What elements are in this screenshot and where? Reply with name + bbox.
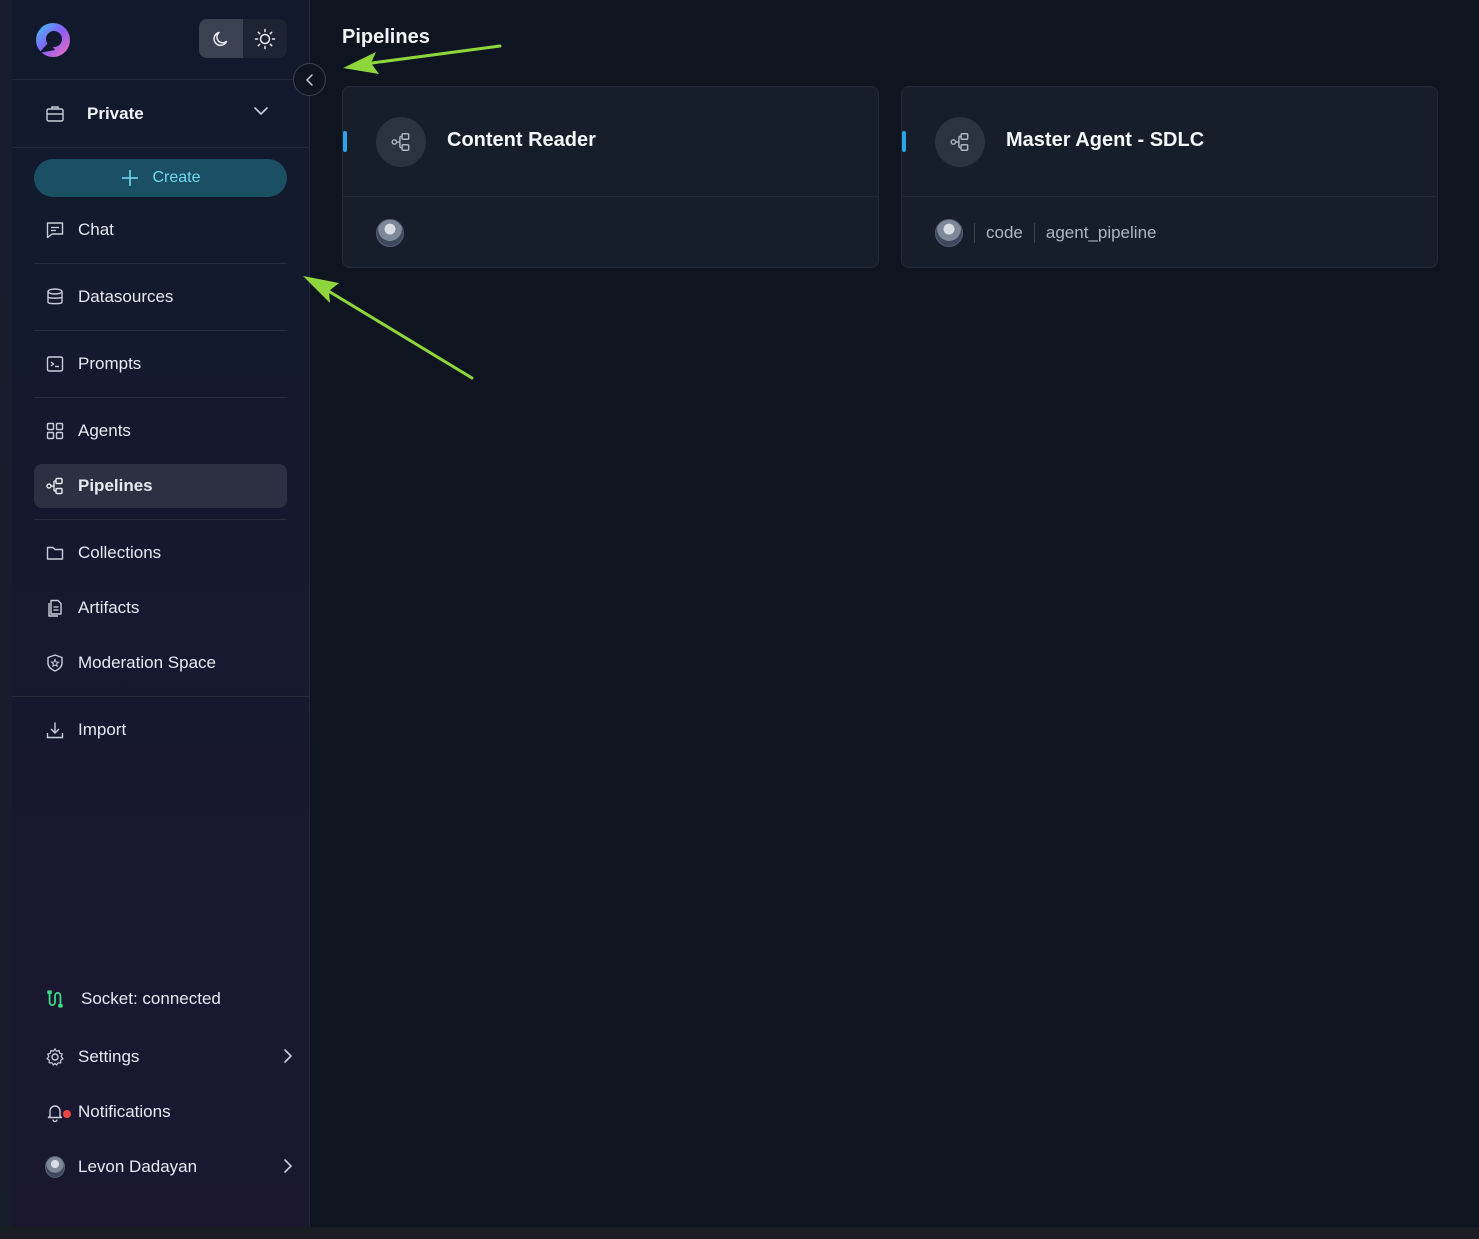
card-header: Content Reader (343, 87, 878, 197)
sidebar-item-label: Prompts (78, 354, 142, 373)
plus-icon (122, 170, 139, 186)
sidebar-item-datasources[interactable]: Datasources (34, 275, 287, 319)
sidebar-item-label: Settings (78, 1047, 140, 1066)
card-title: Content Reader (447, 129, 596, 151)
pipeline-icon (950, 133, 969, 151)
annotation-arrow (343, 44, 502, 74)
divider (34, 397, 287, 398)
taskbar-strip (0, 1227, 1479, 1239)
annotation-arrow (303, 276, 474, 380)
briefcase-icon (46, 105, 64, 122)
socket-status-label: Socket: connected (81, 989, 221, 1008)
database-icon (47, 288, 63, 305)
create-label: Create (152, 169, 201, 186)
workspace-selector[interactable]: Private (12, 80, 309, 148)
folder-icon (46, 546, 64, 560)
chevron-down-icon (254, 107, 268, 116)
sidebar-item-label: Pipelines (78, 476, 153, 495)
socket-status: Socket: connected (34, 977, 287, 1021)
user-name: Levon Dadayan (78, 1157, 198, 1176)
pipeline-icon (46, 477, 63, 495)
card-title: Master Agent - SDLC (1006, 129, 1205, 151)
card-footer: code agent_pipeline (902, 197, 1437, 268)
card-header: Master Agent - SDLC (902, 87, 1437, 197)
pipeline-card[interactable]: Master Agent - SDLC code agent_pipeline (901, 86, 1438, 268)
sidebar-item-settings[interactable]: Settings (34, 1035, 293, 1079)
sidebar-item-moderation-space[interactable]: Moderation Space (34, 641, 287, 685)
sidebar-item-label: Chat (78, 220, 114, 239)
sidebar-item-label: Agents (78, 421, 131, 440)
gear-icon (46, 1048, 64, 1066)
sidebar-item-pipelines[interactable]: Pipelines (34, 464, 287, 508)
theme-toggle (199, 19, 287, 58)
tag[interactable]: code (974, 222, 1034, 243)
sidebar-item-label: Import (78, 720, 127, 739)
card-accent (902, 131, 906, 152)
sidebar-item-chat[interactable]: Chat (34, 208, 287, 252)
bell-icon (47, 1105, 63, 1122)
divider (34, 330, 287, 331)
sun-icon (254, 28, 276, 49)
sidebar-item-artifacts[interactable]: Artifacts (34, 586, 287, 630)
collapse-sidebar-button[interactable] (293, 63, 326, 96)
sidebar-header (12, 0, 309, 80)
grid-icon (46, 422, 64, 440)
shield-star-icon (47, 654, 63, 672)
card-icon (935, 117, 985, 167)
moon-icon (213, 31, 228, 46)
sidebar-item-label: Collections (78, 543, 162, 562)
page-title: Pipelines (342, 26, 430, 48)
chevron-right-icon (284, 1049, 293, 1063)
avatar (45, 1156, 65, 1178)
card-icon (376, 117, 426, 167)
sidebar-item-label: Notifications (78, 1102, 171, 1121)
chevron-right-icon (284, 1159, 293, 1173)
sidebar-item-label: Artifacts (78, 598, 140, 617)
sidebar: Private Create Chat Datasources Prompts … (12, 0, 310, 1227)
sidebar-item-user[interactable]: Levon Dadayan (34, 1145, 293, 1189)
divider (34, 263, 287, 264)
pipeline-card[interactable]: Content Reader (342, 86, 879, 268)
sidebar-item-import[interactable]: Import (34, 708, 287, 752)
create-button[interactable]: Create (34, 159, 287, 197)
socket-connected-icon (47, 990, 63, 1008)
workspace-label: Private (87, 103, 144, 123)
divider (12, 696, 310, 697)
light-mode-button[interactable] (243, 19, 287, 58)
chevron-left-icon (305, 73, 313, 86)
notification-badge (63, 1110, 71, 1118)
sidebar-item-label: Moderation Space (78, 653, 216, 672)
document-icon (48, 599, 62, 617)
terminal-icon (46, 356, 64, 372)
card-accent (343, 131, 347, 152)
dark-mode-button[interactable] (199, 19, 243, 58)
sidebar-item-collections[interactable]: Collections (34, 531, 287, 575)
sidebar-item-prompts[interactable]: Prompts (34, 342, 287, 386)
sidebar-item-agents[interactable]: Agents (34, 409, 287, 453)
window-edge (0, 0, 12, 1227)
pipeline-icon (391, 133, 410, 151)
sidebar-item-label: Datasources (78, 287, 174, 306)
app-logo[interactable] (33, 20, 73, 60)
author-avatar[interactable] (376, 218, 404, 247)
tag[interactable]: agent_pipeline (1033, 222, 1168, 243)
download-icon (46, 722, 64, 739)
chat-icon (46, 222, 64, 239)
divider (34, 519, 287, 520)
card-footer (343, 197, 878, 268)
author-avatar[interactable] (935, 218, 963, 247)
sidebar-item-notifications[interactable]: Notifications (34, 1090, 287, 1134)
